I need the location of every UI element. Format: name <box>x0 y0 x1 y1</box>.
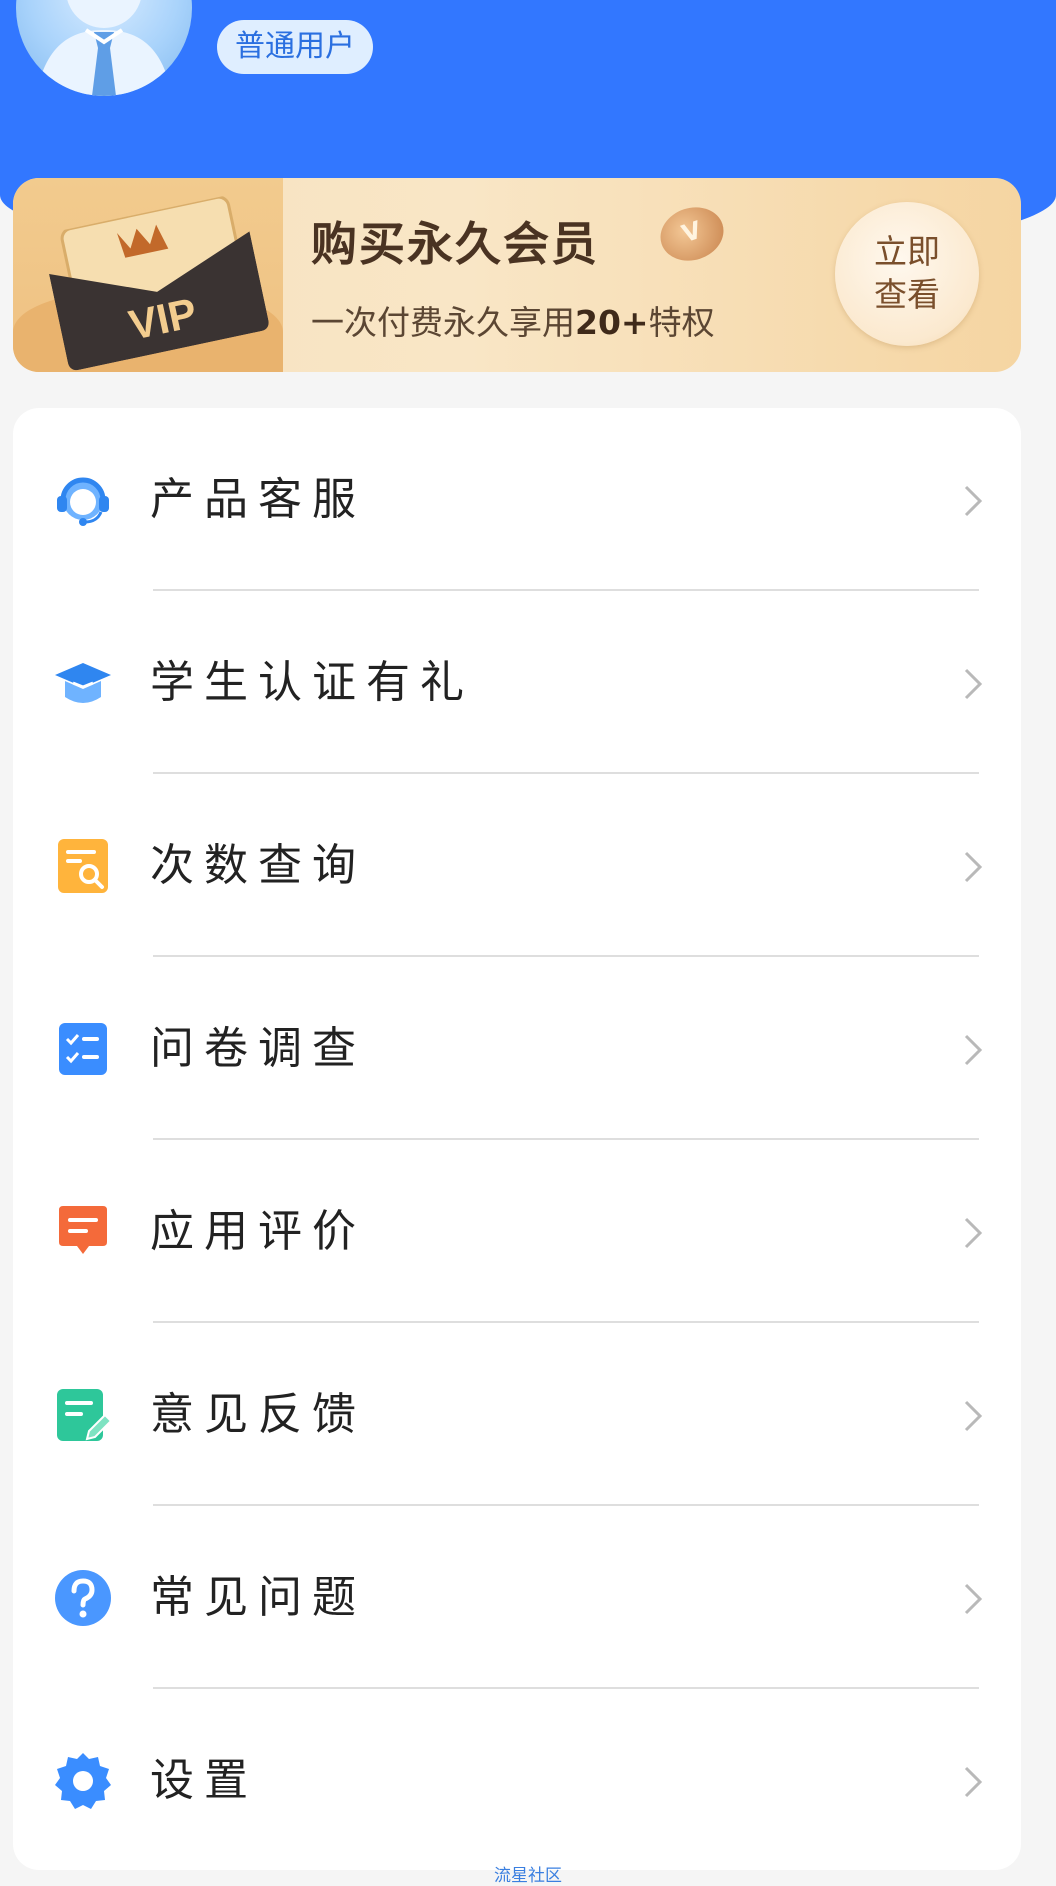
chevron-right-icon <box>964 1217 983 1249</box>
headset-icon <box>53 470 113 530</box>
view-now-line1: 立即 <box>874 232 940 272</box>
menu-label: 问卷调查 <box>150 1023 366 1074</box>
menu-label: 学生认证有礼 <box>150 657 474 708</box>
menu-label: 常见问题 <box>150 1572 366 1623</box>
menu-item-survey[interactable]: 问卷调查 <box>13 957 1021 1140</box>
view-now-line2: 查看 <box>874 275 940 314</box>
menu-label: 应用评价 <box>150 1206 366 1257</box>
chevron-right-icon <box>964 851 983 883</box>
chevron-right-icon <box>964 1400 983 1432</box>
search-document-icon <box>53 836 113 896</box>
menu-label: 意见反馈 <box>150 1389 366 1440</box>
menu-item-usage-query[interactable]: 次数查询 <box>13 774 1021 957</box>
question-icon <box>53 1568 113 1628</box>
menu-card: 产品客服 学生认证有礼 次数查询 问卷调查 应用评价 意见反馈 常见问题 设置 <box>13 408 1021 1870</box>
vip-banner[interactable]: VIP 购买永久会员 一次付费永久享用20+特权 立即 查看 <box>13 178 1021 372</box>
menu-item-feedback[interactable]: 意见反馈 <box>13 1323 1021 1506</box>
footer-watermark: 流星社区 <box>494 1866 562 1886</box>
chevron-right-icon <box>964 485 983 517</box>
menu-item-settings[interactable]: 设置 <box>13 1689 1021 1872</box>
message-icon <box>53 1202 113 1262</box>
edit-note-icon <box>53 1385 113 1445</box>
vip-subtitle-highlight: 20+ <box>575 303 649 342</box>
menu-label: 产品客服 <box>150 474 366 525</box>
menu-label: 次数查询 <box>150 840 366 891</box>
menu-item-customer-service[interactable]: 产品客服 <box>13 408 1021 591</box>
vip-title: 购买永久会员 <box>311 217 599 271</box>
vip-subtitle-suffix: 特权 <box>648 303 715 342</box>
checklist-icon <box>53 1019 113 1079</box>
graduation-cap-icon <box>53 653 113 713</box>
chevron-right-icon <box>964 1583 983 1615</box>
vip-subtitle-prefix: 一次付费永久享用 <box>311 303 575 342</box>
view-now-button[interactable]: 立即 查看 <box>835 202 979 346</box>
menu-item-faq[interactable]: 常见问题 <box>13 1506 1021 1689</box>
vip-subtitle: 一次付费永久享用20+特权 <box>311 296 715 344</box>
menu-label: 设置 <box>150 1755 258 1806</box>
chevron-right-icon <box>964 1034 983 1066</box>
coin-icon <box>653 199 731 269</box>
menu-item-app-rating[interactable]: 应用评价 <box>13 1140 1021 1323</box>
user-level-badge: 普通用户 <box>217 20 373 74</box>
menu-item-student-verification[interactable]: 学生认证有礼 <box>13 591 1021 774</box>
chevron-right-icon <box>964 668 983 700</box>
gear-icon <box>53 1751 113 1811</box>
chevron-right-icon <box>964 1766 983 1798</box>
